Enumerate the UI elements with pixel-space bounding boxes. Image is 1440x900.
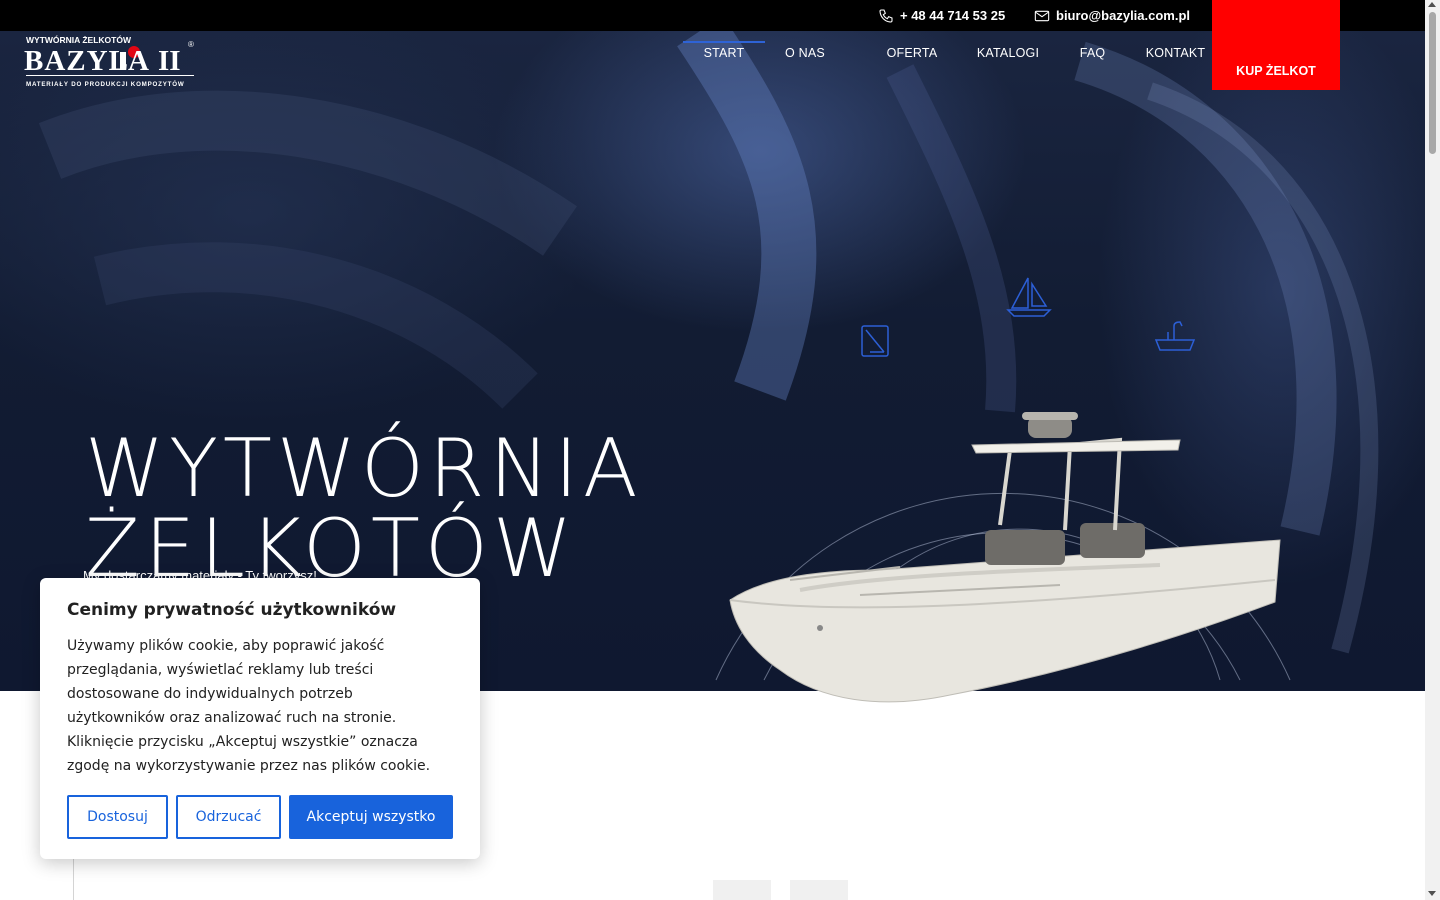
content-thumbnail xyxy=(790,880,848,900)
email-address: biuro@bazylia.com.pl xyxy=(1056,8,1191,23)
svg-text:WYTWÓRNIA ŻELKOTÓW: WYTWÓRNIA ŻELKOTÓW xyxy=(26,35,132,45)
sailboat-icon xyxy=(1006,277,1052,317)
nav-item-o-nas[interactable]: O NAS xyxy=(765,31,845,75)
phone-link[interactable]: + 48 44 714 53 25 xyxy=(878,0,1005,31)
svg-text:II: II xyxy=(158,45,181,77)
svg-text:BAZYL: BAZYL xyxy=(24,45,129,77)
accept-all-button[interactable]: Akceptuj wszystko xyxy=(289,795,453,839)
reject-button[interactable]: Odrzucać xyxy=(176,795,281,839)
bazylia-logo[interactable]: WYTWÓRNIA ŻELKOTÓW BAZYL A II ® MATERIAŁ… xyxy=(24,35,196,89)
content-thumbnail xyxy=(713,880,771,900)
buy-gelcoat-button[interactable]: KUP ŻELKOT xyxy=(1212,0,1340,90)
nav-item-katalogi[interactable]: KATALOGI xyxy=(977,31,1039,75)
main-nav: START O NAS OFERTA KATALOGI FAQ KONTAKT xyxy=(683,31,1205,75)
panel-icon xyxy=(861,325,889,357)
scroll-down-arrow-icon[interactable] xyxy=(1428,891,1436,896)
nav-item-oferta[interactable]: OFERTA xyxy=(845,31,979,75)
hero-title: WYTWÓRNIA ŻELKOTÓW xyxy=(85,429,643,589)
svg-text:MATERIAŁY DO PRODUKCJI KOMPOZY: MATERIAŁY DO PRODUKCJI KOMPOZYTÓW xyxy=(26,80,185,88)
cookie-buttons: Dostosuj Odrzucać Akceptuj wszystko xyxy=(67,795,453,839)
svg-text:A: A xyxy=(128,45,149,77)
page-scrollbar[interactable] xyxy=(1425,0,1440,900)
svg-text:®: ® xyxy=(188,40,194,49)
motorboat-illustration xyxy=(729,412,1281,703)
cookie-description: Używamy plików cookie, aby poprawić jako… xyxy=(67,638,431,774)
email-link[interactable]: biuro@bazylia.com.pl xyxy=(1034,0,1190,31)
hero-illustration xyxy=(715,277,1291,703)
nav-item-faq[interactable]: FAQ xyxy=(1037,31,1148,75)
scroll-thumb[interactable] xyxy=(1429,12,1436,154)
phone-icon xyxy=(879,8,893,23)
section-divider xyxy=(73,855,74,900)
cookie-title: Cenimy prywatność użytkowników xyxy=(67,600,397,620)
page: + 48 44 714 53 25 biuro@bazylia.com.pl W… xyxy=(0,0,1440,900)
sink-icon xyxy=(1154,321,1196,351)
scroll-up-arrow-icon[interactable] xyxy=(1428,2,1436,7)
customize-button[interactable]: Dostosuj xyxy=(67,795,168,839)
envelope-icon xyxy=(1034,10,1050,21)
phone-number: + 48 44 714 53 25 xyxy=(900,8,1006,23)
nav-item-start[interactable]: START xyxy=(683,31,765,75)
cookie-consent-dialog: Cenimy prywatność użytkowników Używamy p… xyxy=(40,578,480,859)
nav-item-kontakt[interactable]: KONTAKT xyxy=(1146,31,1205,75)
